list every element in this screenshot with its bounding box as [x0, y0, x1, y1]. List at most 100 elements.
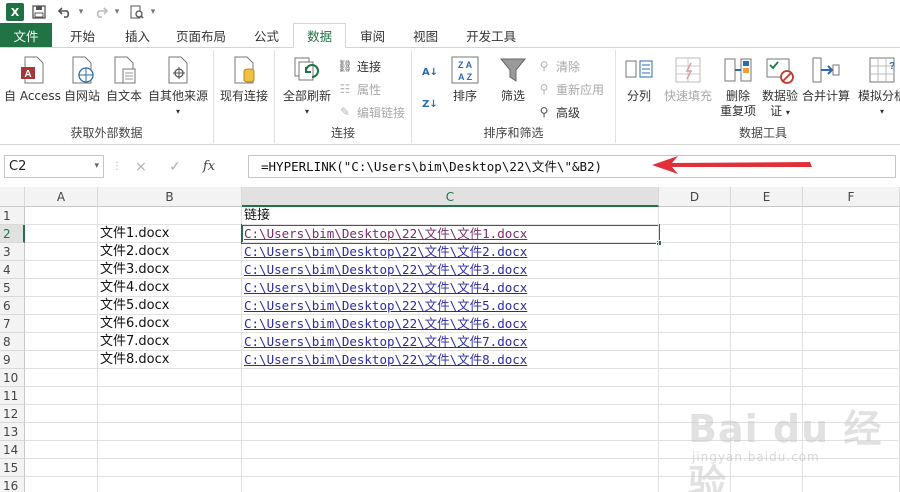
- sort-button[interactable]: Z AA Z 排序: [450, 54, 480, 104]
- cell-d6[interactable]: [659, 297, 731, 315]
- customize-qat-icon[interactable]: ▾: [148, 2, 158, 22]
- cell-a13[interactable]: [25, 423, 98, 441]
- cell-c2[interactable]: C:\Users\bim\Desktop\22\文件\文件1.docx: [242, 225, 659, 243]
- cell-f8[interactable]: [803, 333, 900, 351]
- tab-data[interactable]: 数据: [293, 23, 347, 48]
- cell-a6[interactable]: [25, 297, 98, 315]
- cell-a2[interactable]: [25, 225, 98, 243]
- name-box[interactable]: C2 ▾: [4, 155, 104, 178]
- cell-e9[interactable]: [731, 351, 803, 369]
- cell-f7[interactable]: [803, 315, 900, 333]
- cell-b8[interactable]: 文件7.docx: [98, 333, 242, 351]
- sort-ascending-button[interactable]: A↓: [422, 62, 442, 82]
- tab-page-layout[interactable]: 页面布局: [162, 23, 240, 47]
- cell-b5[interactable]: 文件4.docx: [98, 279, 242, 297]
- what-if-analysis-button[interactable]: ? 模拟分析 ▾: [858, 54, 900, 119]
- cell-c12[interactable]: [242, 405, 659, 423]
- cell-e6[interactable]: [731, 297, 803, 315]
- cell-c1[interactable]: 链接: [242, 207, 659, 225]
- cell-c9[interactable]: C:\Users\bim\Desktop\22\文件\文件8.docx: [242, 351, 659, 369]
- insert-function-icon[interactable]: fx: [192, 159, 226, 174]
- from-text-button[interactable]: 自文本: [106, 54, 142, 104]
- cell-d7[interactable]: [659, 315, 731, 333]
- row-header-8[interactable]: 8: [0, 333, 25, 351]
- column-header-f[interactable]: F: [803, 187, 900, 207]
- cell-b13[interactable]: [98, 423, 242, 441]
- cell-d1[interactable]: [659, 207, 731, 225]
- data-validation-button[interactable]: 数据验 证 ▾: [762, 54, 798, 120]
- row-header-16[interactable]: 16: [0, 477, 25, 492]
- row-header-2[interactable]: 2: [0, 225, 25, 243]
- cell-d8[interactable]: [659, 333, 731, 351]
- cell-c15[interactable]: [242, 459, 659, 477]
- cell-c5[interactable]: C:\Users\bim\Desktop\22\文件\文件4.docx: [242, 279, 659, 297]
- cell-f4[interactable]: [803, 261, 900, 279]
- save-icon[interactable]: [28, 2, 50, 22]
- cell-a16[interactable]: [25, 477, 98, 492]
- cell-a10[interactable]: [25, 369, 98, 387]
- cell-d2[interactable]: [659, 225, 731, 243]
- tab-formulas[interactable]: 公式: [240, 23, 293, 47]
- cell-b7[interactable]: 文件6.docx: [98, 315, 242, 333]
- cell-f3[interactable]: [803, 243, 900, 261]
- cell-c7[interactable]: C:\Users\bim\Desktop\22\文件\文件6.docx: [242, 315, 659, 333]
- text-to-columns-button[interactable]: 分列: [624, 54, 654, 104]
- cell-c10[interactable]: [242, 369, 659, 387]
- cell-a9[interactable]: [25, 351, 98, 369]
- row-header-13[interactable]: 13: [0, 423, 25, 441]
- column-header-e[interactable]: E: [731, 187, 803, 207]
- cell-b4[interactable]: 文件3.docx: [98, 261, 242, 279]
- print-preview-icon[interactable]: [126, 2, 148, 22]
- cell-b2[interactable]: 文件1.docx: [98, 225, 242, 243]
- chevron-down-icon[interactable]: ▾: [94, 156, 99, 177]
- sort-descending-button[interactable]: Z↓: [422, 94, 442, 114]
- cell-a14[interactable]: [25, 441, 98, 459]
- cell-c14[interactable]: [242, 441, 659, 459]
- connections-button[interactable]: ⛓ 连接: [337, 56, 381, 76]
- row-header-14[interactable]: 14: [0, 441, 25, 459]
- cell-b10[interactable]: [98, 369, 242, 387]
- cell-e2[interactable]: [731, 225, 803, 243]
- row-header-4[interactable]: 4: [0, 261, 25, 279]
- column-header-c[interactable]: C: [242, 187, 659, 207]
- cell-a3[interactable]: [25, 243, 98, 261]
- cell-a5[interactable]: [25, 279, 98, 297]
- cell-e10[interactable]: [731, 369, 803, 387]
- column-header-b[interactable]: B: [98, 187, 242, 207]
- cell-f5[interactable]: [803, 279, 900, 297]
- cell-c6[interactable]: C:\Users\bim\Desktop\22\文件\文件5.docx: [242, 297, 659, 315]
- cell-c3[interactable]: C:\Users\bim\Desktop\22\文件\文件2.docx: [242, 243, 659, 261]
- remove-duplicates-button[interactable]: 删除 重复项: [720, 54, 756, 119]
- tab-home[interactable]: 开始: [52, 23, 113, 47]
- tab-developer[interactable]: 开发工具: [452, 23, 530, 47]
- from-web-button[interactable]: 自网站: [64, 54, 100, 104]
- cell-b9[interactable]: 文件8.docx: [98, 351, 242, 369]
- row-header-5[interactable]: 5: [0, 279, 25, 297]
- from-other-sources-button[interactable]: 自其他来源 ▾: [148, 54, 208, 119]
- cell-d3[interactable]: [659, 243, 731, 261]
- cell-a15[interactable]: [25, 459, 98, 477]
- tab-view[interactable]: 视图: [399, 23, 452, 47]
- cell-f2[interactable]: [803, 225, 900, 243]
- cell-a4[interactable]: [25, 261, 98, 279]
- cell-e8[interactable]: [731, 333, 803, 351]
- cell-a8[interactable]: [25, 333, 98, 351]
- row-header-7[interactable]: 7: [0, 315, 25, 333]
- cell-a1[interactable]: [25, 207, 98, 225]
- cell-c16[interactable]: [242, 477, 659, 492]
- cell-b12[interactable]: [98, 405, 242, 423]
- cell-b15[interactable]: [98, 459, 242, 477]
- filter-button[interactable]: 筛选: [498, 54, 528, 104]
- select-all-corner[interactable]: [0, 187, 25, 207]
- cell-e7[interactable]: [731, 315, 803, 333]
- cell-d5[interactable]: [659, 279, 731, 297]
- row-header-6[interactable]: 6: [0, 297, 25, 315]
- tab-file[interactable]: 文件: [0, 23, 52, 47]
- cell-d4[interactable]: [659, 261, 731, 279]
- cell-d9[interactable]: [659, 351, 731, 369]
- cell-e1[interactable]: [731, 207, 803, 225]
- cell-f6[interactable]: [803, 297, 900, 315]
- consolidate-button[interactable]: 合并计算: [802, 54, 850, 104]
- cancel-icon[interactable]: ×: [124, 159, 158, 175]
- column-header-d[interactable]: D: [659, 187, 731, 207]
